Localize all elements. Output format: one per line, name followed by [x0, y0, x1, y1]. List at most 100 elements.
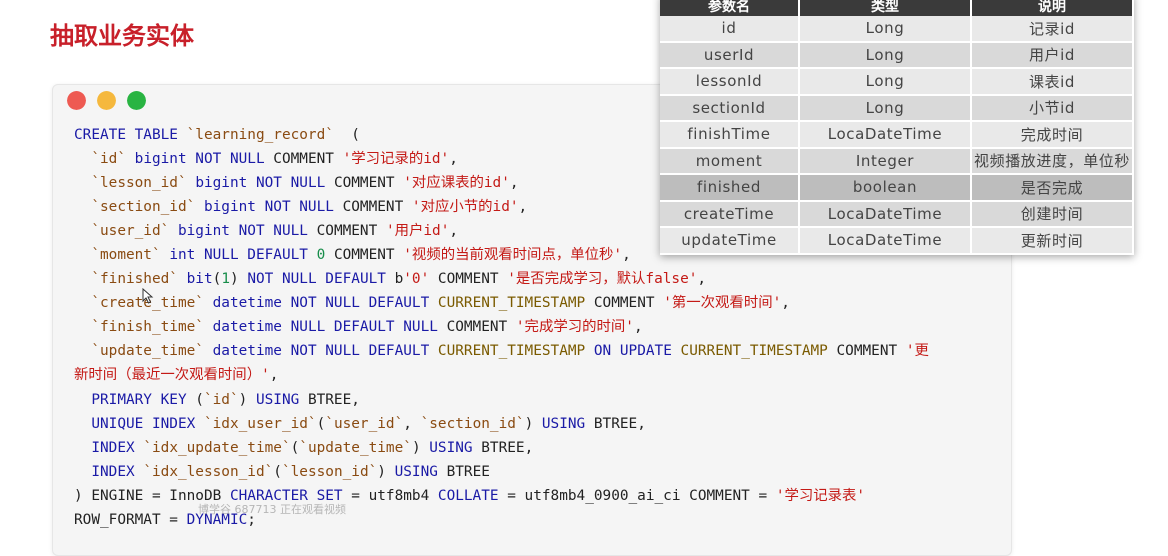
code-token: USING	[255, 391, 300, 408]
code-token: '对应小节的id'	[411, 199, 519, 216]
code-token: ,	[403, 415, 421, 432]
code-token: '学习记录的id'	[342, 151, 450, 168]
zoom-dot-icon[interactable]	[127, 91, 146, 110]
code-token: INDEX	[91, 463, 135, 480]
code-token: `learning_record`	[186, 127, 334, 143]
code-token: ,	[518, 199, 528, 216]
code-line: INDEX `idx_update_time`(`update_time`) U…	[74, 436, 929, 460]
header-type: 类型	[799, 0, 972, 16]
table-row: updateTime LocaDateTime 更新时间	[660, 227, 1134, 255]
cell-type: LocaDateTime	[799, 200, 972, 228]
cell-type: Long	[799, 41, 972, 69]
code-token: CURRENT_TIMESTAMP	[437, 343, 586, 360]
code-token: int NULL DEFAULT	[169, 247, 308, 264]
code-token: `moment`	[91, 247, 161, 264]
code-token: bigint NOT NULL	[195, 175, 326, 192]
cell-param-name: sectionId	[660, 94, 800, 122]
code-token: ,	[633, 319, 643, 336]
code-token: '完成学习的时间'	[515, 319, 634, 336]
code-token: PRIMARY KEY	[91, 391, 187, 408]
cell-type: boolean	[799, 174, 972, 202]
code-token: `lesson_id`	[281, 463, 378, 480]
code-token: USING	[394, 463, 438, 480]
code-token: (	[212, 271, 222, 288]
cell-param-name: finished	[660, 174, 800, 202]
table-row: id Long 记录id	[660, 16, 1134, 43]
table-row: sectionId Long 小节id	[660, 94, 1134, 122]
code-token: `finished`	[91, 271, 178, 288]
minimize-dot-icon[interactable]	[97, 91, 116, 110]
code-token: '第一次观看时间'	[663, 295, 782, 312]
code-token: COMMENT	[307, 223, 386, 240]
cell-description: 用户id	[971, 41, 1134, 69]
cell-type: LocaDateTime	[799, 227, 972, 255]
code-token: BTREE	[437, 463, 490, 480]
cell-description: 完成时间	[971, 121, 1134, 149]
cell-param-name: updateTime	[660, 227, 800, 255]
code-token: 1	[221, 271, 230, 288]
code-line: INDEX `idx_lesson_id`(`lesson_id`) USING…	[74, 460, 929, 484]
code-token: bigint NOT NULL	[203, 199, 334, 216]
cell-type: Integer	[799, 147, 972, 175]
code-token: CURRENT_TIMESTAMP	[680, 343, 828, 360]
code-line: UNIQUE INDEX `idx_user_id`(`user_id`, `s…	[74, 412, 929, 436]
code-token: '0'	[403, 271, 430, 288]
code-token: )	[229, 271, 248, 288]
code-line: PRIMARY KEY (`id`) USING BTREE,	[74, 388, 929, 412]
code-token: bigint NOT NULL	[134, 151, 265, 168]
code-token: `user_id`	[91, 223, 170, 240]
cell-description: 视频播放进度，单位秒	[971, 147, 1134, 175]
code-token: COMMENT	[333, 199, 412, 216]
table-row: finished boolean 是否完成	[660, 174, 1134, 202]
header-param-name: 参数名	[660, 0, 800, 16]
code-token: COMMENT	[325, 175, 404, 192]
code-token: = utf8mb4_0900_ai_ci COMMENT =	[498, 487, 776, 504]
code-token: (	[333, 127, 360, 143]
field-table-body: id Long 记录id userId Long 用户id lessonId Long 课表id…	[660, 16, 1134, 255]
code-line: `create_time` datetime NOT NULL DEFAULT …	[74, 291, 929, 315]
code-line: `finished` bit(1) NOT NULL DEFAULT b'0' …	[74, 267, 929, 291]
code-token: USING	[541, 415, 586, 432]
table-row: userId Long 用户id	[660, 41, 1134, 69]
close-dot-icon[interactable]	[67, 91, 86, 110]
cell-param-name: lessonId	[660, 68, 800, 96]
code-token: USING	[429, 439, 473, 456]
code-token: )	[238, 391, 256, 408]
code-token: `update_time`	[299, 439, 412, 456]
cell-type: LocaDateTime	[799, 121, 972, 149]
table-row: finishTime LocaDateTime 完成时间	[660, 121, 1134, 149]
code-token: (	[186, 391, 204, 408]
code-token: `section_id`	[420, 415, 525, 432]
code-token: ,	[509, 175, 519, 192]
code-token: ,	[697, 271, 707, 288]
code-token: 0	[316, 247, 326, 264]
code-token: INDEX	[91, 439, 135, 456]
header-description: 说明	[971, 0, 1134, 16]
code-token: '对应课表的id'	[403, 175, 510, 192]
code-token: `idx_user_id`	[203, 415, 317, 432]
code-line: `update_time` datetime NOT NULL DEFAULT …	[74, 339, 929, 363]
code-token: datetime NOT NULL DEFAULT	[212, 343, 430, 360]
code-token: `update_time`	[91, 343, 204, 360]
code-token: BTREE,	[472, 439, 534, 456]
code-token: '用户id'	[385, 223, 450, 240]
mouse-cursor-icon	[142, 288, 154, 304]
code-token: ,	[449, 223, 459, 240]
cell-description: 创建时间	[971, 200, 1134, 228]
code-token: COMMENT	[585, 295, 664, 312]
